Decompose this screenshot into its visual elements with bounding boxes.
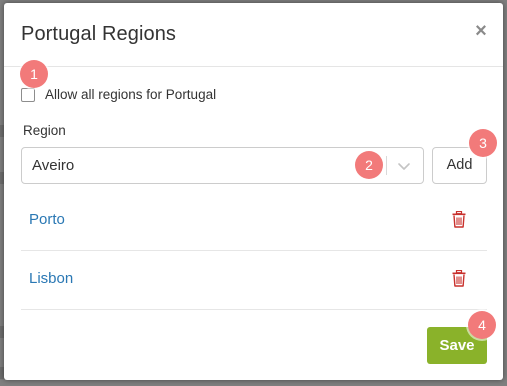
modal-title: Portugal Regions	[21, 23, 177, 45]
allow-all-checkbox[interactable]	[21, 88, 35, 102]
modal-header: Portugal Regions ×	[4, 3, 503, 67]
trash-icon[interactable]	[452, 270, 466, 287]
close-icon[interactable]: ×	[473, 20, 489, 42]
chevron-down-icon[interactable]	[396, 158, 412, 174]
trash-icon[interactable]	[452, 211, 466, 228]
region-name-link[interactable]: Porto	[29, 211, 65, 228]
annotation-badge-4: 4	[468, 311, 496, 339]
region-list-item: Lisbon	[21, 251, 487, 310]
region-list-item: Porto	[21, 192, 487, 251]
select-divider	[386, 156, 387, 175]
annotation-badge-2: 2	[355, 151, 383, 179]
annotation-badge-1: 1	[20, 60, 48, 88]
region-name-link[interactable]: Lisbon	[29, 270, 73, 287]
allow-all-label[interactable]: Allow all regions for Portugal	[45, 87, 216, 102]
regions-modal: Portugal Regions × Allow all regions for…	[4, 3, 503, 380]
region-select-value: Aveiro	[32, 157, 75, 174]
annotation-badge-3: 3	[469, 129, 497, 157]
region-field-label: Region	[23, 123, 66, 138]
